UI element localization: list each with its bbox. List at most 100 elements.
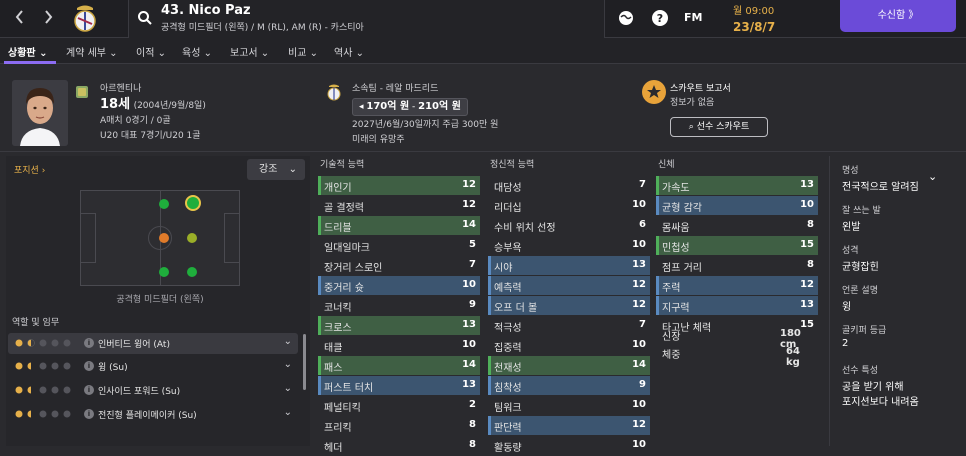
attribute-row[interactable]: 개인기 12 [318, 176, 480, 195]
attribute-value: 13 [462, 319, 476, 330]
attribute-name: 침착성 [494, 383, 522, 394]
info-icon[interactable]: i [84, 361, 94, 371]
mental-title: 정신적 능력 [490, 160, 535, 170]
club-crest-small-icon [326, 84, 342, 102]
attribute-row[interactable]: 패스 14 [318, 356, 480, 375]
tab-transfer[interactable]: 이적 ⌄ [136, 44, 166, 59]
attribute-value: 13 [800, 299, 814, 310]
chevron-down-icon: ⌄ [288, 164, 297, 175]
info-divider [829, 156, 830, 446]
attribute-row[interactable]: 천재성 14 [488, 356, 650, 375]
attribute-row[interactable]: 팀워크 10 [488, 396, 650, 415]
tab-contract[interactable]: 계약 세부 ⌄ [66, 44, 118, 59]
chevron-down-icon[interactable]: ⌄ [928, 170, 937, 183]
roles-scrollbar[interactable] [303, 334, 306, 390]
search-icon[interactable] [137, 10, 153, 26]
chevron-down-icon[interactable]: ⌄ [284, 359, 292, 370]
emphasis-dropdown[interactable]: 강조 ⌄ [247, 159, 305, 180]
attribute-row[interactable]: 중거리 슛 10 [318, 276, 480, 295]
attribute-row[interactable]: 오프 더 볼 12 [488, 296, 650, 315]
attribute-name: 주력 [662, 283, 681, 294]
attribute-row[interactable]: 리더십 10 [488, 196, 650, 215]
chevron-left-icon[interactable] [6, 6, 34, 32]
attribute-value: 9 [469, 299, 476, 310]
attribute-row[interactable]: 가속도 13 [656, 176, 818, 195]
fm-logo[interactable]: FM [684, 11, 702, 24]
trait-item: 공을 받기 위해 [842, 382, 904, 393]
foot-label: 잘 쓰는 발 [842, 206, 881, 216]
attribute-row[interactable]: 균형 감각 10 [656, 196, 818, 215]
info-icon[interactable]: i [84, 409, 94, 419]
physical-attributes: 신체 가속도 13 균형 감각 10 몸싸움 8 민첩성 15 점프 거리 8 주력 12 지구력 13 타… [656, 156, 818, 336]
attribute-row[interactable]: 드리블 14 [318, 216, 480, 235]
attribute-row[interactable]: 수비 위치 선정 6 [488, 216, 650, 235]
chevron-down-icon[interactable]: ⌄ [284, 407, 292, 418]
a-caps: A매치 0경기 / 0골 [100, 116, 171, 126]
attribute-value: 7 [639, 179, 646, 190]
position-pitch[interactable] [80, 190, 240, 286]
attribute-row[interactable]: 대담성 7 [488, 176, 650, 195]
attribute-name: 프리킥 [324, 423, 352, 434]
position-dot-mc [159, 233, 169, 243]
role-row[interactable]: i 인사이드 포워드 (Su) ⌄ [8, 380, 298, 401]
position-dot-amc [187, 233, 197, 243]
attribute-name: 지구력 [662, 303, 690, 314]
tab-compare[interactable]: 비교 ⌄ [288, 44, 318, 59]
chevron-down-icon[interactable]: ⌄ [284, 383, 292, 394]
positions-title[interactable]: 포지션 › [14, 163, 45, 176]
reputation[interactable]: 명성 전국적으로 알려짐 [842, 163, 919, 193]
attribute-row[interactable]: 시야 13 [488, 256, 650, 275]
chevron-right-icon[interactable] [34, 6, 62, 32]
attribute-value: 10 [632, 339, 646, 350]
help-icon[interactable]: ? [650, 8, 670, 28]
club-crest-icon[interactable] [72, 4, 98, 34]
attribute-row[interactable]: 몸싸움 8 [656, 216, 818, 235]
attribute-value: 10 [632, 199, 646, 210]
attribute-row[interactable]: 예측력 12 [488, 276, 650, 295]
attribute-row[interactable]: 판단력 12 [488, 416, 650, 435]
chevron-down-icon[interactable]: ⌄ [284, 336, 292, 347]
scout-title: 스카우트 보고서 [670, 84, 731, 94]
mental-attributes: 정신적 능력 대담성 7 리더십 10 수비 위치 선정 6 승부욕 10 시야 13 예측력 12 오… [488, 156, 650, 456]
tab-overview[interactable]: 상황판 ⌄ [8, 44, 47, 59]
role-row[interactable]: i 인버티드 윙어 (At) ⌄ [8, 333, 298, 354]
role-name: 윙 (Su) [98, 363, 128, 373]
attribute-name: 일대일마크 [324, 243, 370, 254]
transfer-value[interactable]: ◂ 170억 원 - 210억 원 [352, 98, 468, 116]
info-icon[interactable]: i [84, 385, 94, 395]
attribute-row[interactable]: 점프 거리 8 [656, 256, 818, 275]
date-time[interactable]: 월 09:00 23/8/7 [733, 2, 775, 34]
attribute-row[interactable]: 침착성 9 [488, 376, 650, 395]
role-row[interactable]: i 윙 (Su) ⌄ [8, 356, 298, 377]
role-row[interactable]: i 전진형 플레이메이커 (Su) ⌄ [8, 404, 298, 425]
scout-player-button[interactable]: ⌕ 선수 스카우트 [670, 117, 768, 137]
attribute-value: 14 [462, 219, 476, 230]
attribute-name: 크로스 [324, 323, 352, 334]
attribute-row[interactable]: 페널티킥 2 [318, 396, 480, 415]
attribute-row[interactable]: 지구력 13 [656, 296, 818, 315]
attribute-row[interactable]: 코너킥 9 [318, 296, 480, 315]
attribute-row[interactable]: 크로스 13 [318, 316, 480, 335]
attribute-value: 8 [807, 259, 814, 270]
attribute-row[interactable]: 민첩성 15 [656, 236, 818, 255]
attribute-row[interactable]: 퍼스트 터치 13 [318, 376, 480, 395]
continue-button[interactable]: 수신함 》 [840, 0, 956, 32]
info-icon[interactable]: i [84, 338, 94, 348]
attribute-row[interactable]: 태클 10 [318, 336, 480, 355]
attribute-row[interactable]: 승부욕 10 [488, 236, 650, 255]
globe-icon[interactable] [616, 8, 636, 28]
attribute-value: 6 [639, 219, 646, 230]
tab-history[interactable]: 역사 ⌄ [334, 44, 364, 59]
attribute-row[interactable]: 적극성 7 [488, 316, 650, 335]
tab-reports[interactable]: 보고서 ⌄ [230, 44, 269, 59]
attribute-row[interactable]: 골 결정력 12 [318, 196, 480, 215]
attribute-row[interactable]: 일대일마크 5 [318, 236, 480, 255]
attribute-row[interactable]: 주력 12 [656, 276, 818, 295]
gk-label: 골키퍼 등급 [842, 326, 887, 336]
attribute-row[interactable]: 장거리 스로인 7 [318, 256, 480, 275]
attribute-row[interactable]: 프리킥 8 [318, 416, 480, 435]
tab-development[interactable]: 육성 ⌄ [182, 44, 212, 59]
attribute-value: 7 [469, 259, 476, 270]
attribute-row[interactable]: 집중력 10 [488, 336, 650, 355]
attribute-value: 15 [800, 319, 814, 330]
